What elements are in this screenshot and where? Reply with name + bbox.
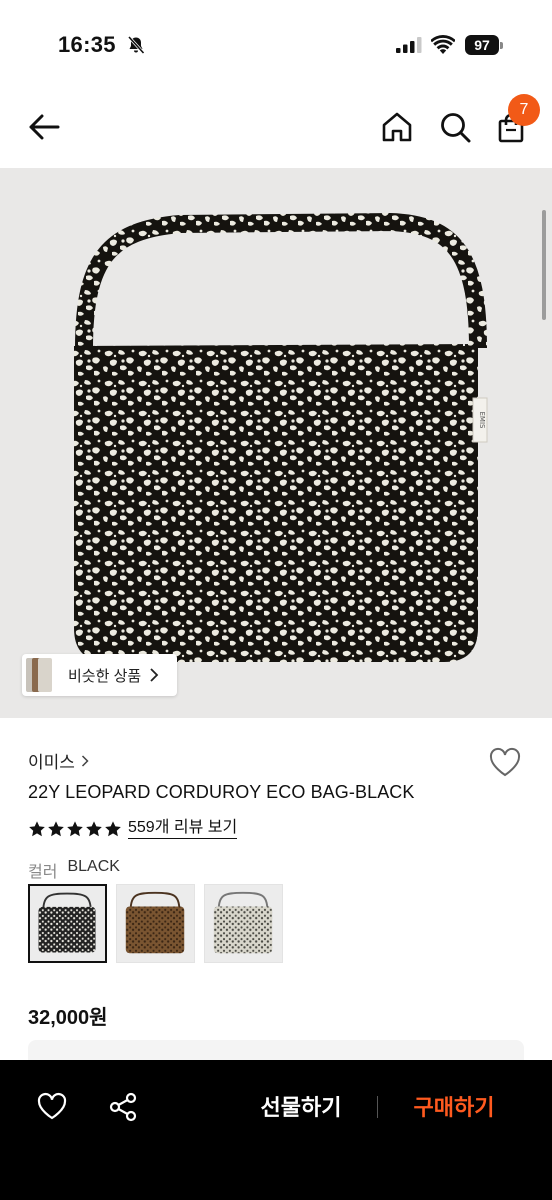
- battery-level: 97: [465, 35, 499, 55]
- product-image-gallery[interactable]: EMIS 비슷한 상품: [0, 168, 552, 718]
- wifi-icon: [431, 35, 455, 54]
- chevron-right-icon: [81, 754, 89, 767]
- bottom-action-bar: 선물하기 구매하기: [0, 1060, 552, 1200]
- scroll-indicator: [542, 210, 546, 320]
- chevron-right-icon: [150, 668, 159, 682]
- bell-off-icon: [127, 35, 145, 55]
- brand-name: 이미스: [28, 753, 75, 772]
- star-icon: [29, 820, 45, 836]
- brand-link[interactable]: 이미스: [28, 748, 89, 773]
- back-arrow-icon[interactable]: [26, 112, 62, 142]
- product-price: 32,000원: [28, 1007, 108, 1029]
- swatch-cream-leopard[interactable]: [204, 884, 283, 963]
- similar-products-button[interactable]: 비슷한 상품: [22, 654, 177, 696]
- gift-button[interactable]: 선물하기: [242, 1090, 360, 1124]
- review-link[interactable]: 559개 리뷰 보기: [128, 818, 238, 839]
- battery-icon: 97: [465, 35, 503, 55]
- wishlist-heart-icon[interactable]: [488, 746, 522, 778]
- swatch-black-leopard[interactable]: [28, 884, 107, 963]
- bag-tag-text: EMIS: [478, 412, 486, 430]
- divider: [377, 1096, 378, 1118]
- color-label: 컬러: [28, 864, 58, 881]
- share-icon[interactable]: [108, 1092, 138, 1122]
- color-value: BLACK: [67, 858, 120, 875]
- heart-icon[interactable]: [37, 1092, 67, 1120]
- star-icon: [86, 820, 102, 836]
- color-option-row: 컬러 BLACK: [28, 858, 120, 882]
- status-bar: 16:35 97: [0, 0, 552, 90]
- product-photo: EMIS: [74, 212, 488, 662]
- search-icon[interactable]: [438, 110, 472, 144]
- swatch-brown-leopard[interactable]: [116, 884, 195, 963]
- star-icon: [105, 820, 121, 836]
- similar-products-label: 비슷한 상품: [68, 667, 142, 685]
- rating-row: 559개 리뷰 보기: [28, 818, 238, 839]
- rating-stars: [28, 820, 122, 838]
- cart-count-badge: 7: [508, 94, 540, 126]
- status-time: 16:35: [58, 32, 116, 57]
- star-icon: [67, 820, 83, 836]
- color-swatches: [28, 884, 283, 963]
- top-nav-bar: [0, 90, 552, 168]
- home-icon[interactable]: [380, 110, 414, 144]
- similar-products-thumbnails: [22, 654, 60, 696]
- buy-button[interactable]: 구매하기: [395, 1090, 513, 1124]
- cellular-signal-icon: [396, 37, 422, 53]
- product-title: 22Y LEOPARD CORDUROY ECO BAG-BLACK: [28, 782, 415, 802]
- star-icon: [48, 820, 64, 836]
